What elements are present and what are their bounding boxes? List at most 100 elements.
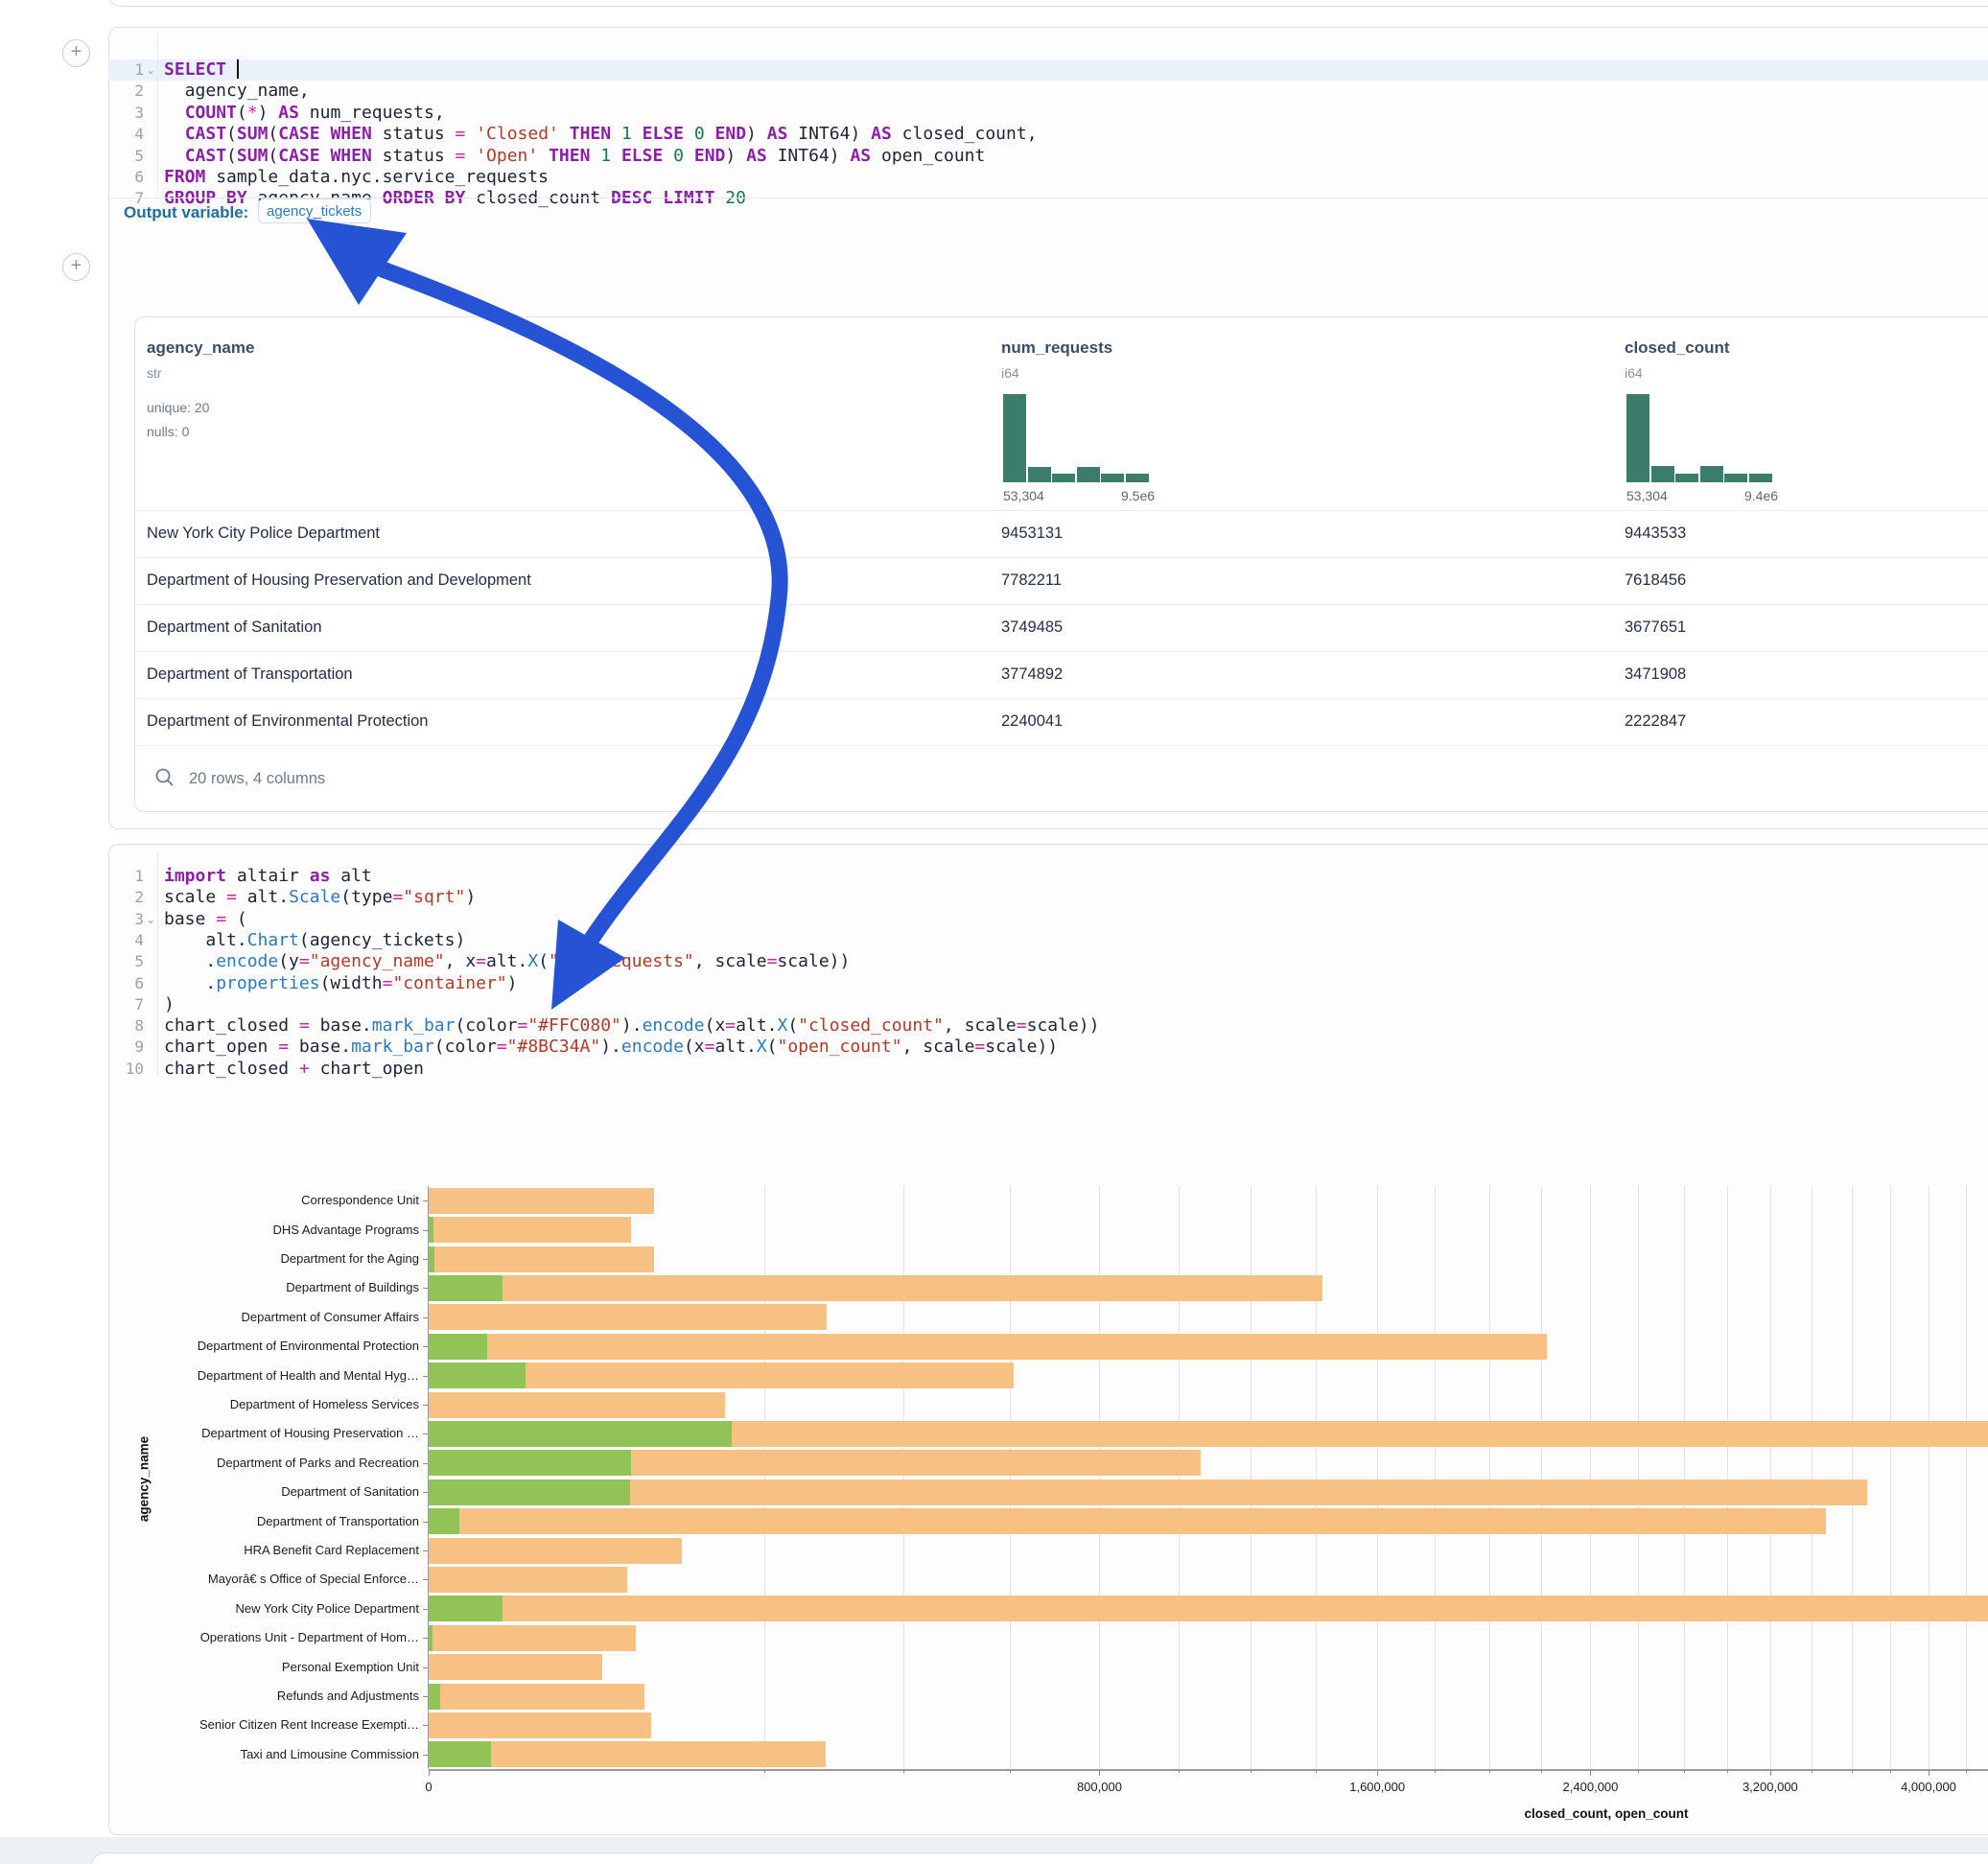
python-code-editor[interactable]: 1import altair as alt2scale = alt.Scale(… <box>109 866 1988 1082</box>
bar-open-count[interactable] <box>429 1684 440 1710</box>
cell-closed-count: 9443533 <box>1625 524 1686 543</box>
code-line[interactable]: 2scale = alt.Scale(type="sqrt") <box>109 887 1988 909</box>
cell-num-requests: 3749485 <box>1001 618 1063 637</box>
sql-code-editor[interactable]: 1⌄SELECT 2 agency_name,3 COUNT(*) AS num… <box>109 59 1988 215</box>
fold-chevron-icon[interactable]: ⌄ <box>146 909 155 930</box>
x-axis-minor-tick <box>1316 1769 1317 1773</box>
bar-closed-count[interactable] <box>429 1275 1322 1301</box>
table-row[interactable]: Department of Transportation377489234719… <box>135 651 1988 699</box>
table-row[interactable]: Department of Sanitation37494853677651 <box>135 604 1988 652</box>
bar-closed-count[interactable] <box>429 1508 1826 1534</box>
code-line[interactable]: 1import altair as alt <box>109 866 1988 888</box>
code-line[interactable]: 7) <box>109 994 1988 1016</box>
row-column-count: 20 rows, 4 columns <box>189 770 325 788</box>
code-line[interactable]: 1⌄SELECT <box>109 59 1988 82</box>
x-axis-tick <box>1099 1769 1100 1776</box>
bar-closed-count[interactable] <box>429 1304 827 1330</box>
histogram-bar <box>1028 467 1051 482</box>
bar-closed-count[interactable] <box>429 1480 1867 1505</box>
gridline <box>1966 1186 1967 1769</box>
bar-closed-count[interactable] <box>429 1247 654 1272</box>
add-cell-button-output[interactable]: + <box>62 253 90 281</box>
column-header-agency-name[interactable]: agency_name <box>147 338 254 358</box>
code-line[interactable]: 4 CAST(SUM(CASE WHEN status = 'Closed' T… <box>109 124 1988 146</box>
histogram-bar <box>1675 474 1698 482</box>
code-line[interactable]: 4 alt.Chart(agency_tickets) <box>109 930 1988 952</box>
code-line[interactable]: 5 CAST(SUM(CASE WHEN status = 'Open' THE… <box>109 146 1988 168</box>
bar-closed-count[interactable] <box>429 1567 627 1593</box>
bar-open-count[interactable] <box>429 1596 503 1621</box>
histogram-bar <box>1003 394 1026 482</box>
code-line[interactable]: 10chart_closed + chart_open <box>109 1059 1988 1081</box>
x-axis-tick-label: 3,200,000 <box>1703 1780 1837 1794</box>
column-header-closed-count[interactable]: closed_count <box>1625 338 1730 358</box>
bar-open-count[interactable] <box>429 1421 732 1447</box>
column-type-num-requests: i64 <box>1001 365 1019 381</box>
code-line[interactable]: 3⌄base = ( <box>109 909 1988 931</box>
code-line[interactable]: 8chart_closed = base.mark_bar(color="#FF… <box>109 1015 1988 1037</box>
bar-closed-count[interactable] <box>429 1596 1988 1621</box>
bar-closed-count[interactable] <box>429 1654 602 1680</box>
code-line[interactable]: 6 .properties(width="container") <box>109 973 1988 995</box>
y-axis-label: Refunds and Adjustments <box>0 1689 419 1704</box>
line-number: 5 <box>109 951 144 972</box>
x-axis-tick-label: 4,000,000 <box>1861 1780 1988 1794</box>
bar-closed-count[interactable] <box>429 1392 725 1418</box>
code-line[interactable]: 7GROUP BY agency_name ORDER BY closed_co… <box>109 188 1988 210</box>
code-line[interactable]: 5 .encode(y="agency_name", x=alt.X("num_… <box>109 951 1988 973</box>
y-axis-label: Taxi and Limousine Commission <box>0 1747 419 1762</box>
x-axis-minor-tick <box>1727 1769 1728 1773</box>
line-number: 4 <box>109 930 144 951</box>
code-line[interactable]: 2 agency_name, <box>109 81 1988 103</box>
table-row[interactable]: New York City Police Department945313194… <box>135 510 1988 558</box>
bar-open-count[interactable] <box>429 1480 630 1505</box>
fold-chevron-icon[interactable]: ⌄ <box>146 59 155 81</box>
line-number: 10 <box>109 1059 144 1080</box>
bar-open-count[interactable] <box>429 1217 433 1243</box>
x-axis-tick-label: 2,400,000 <box>1523 1780 1657 1794</box>
gridline <box>1377 1186 1378 1769</box>
cell-agency-name: Department of Transportation <box>147 665 353 684</box>
cell-closed-count: 3677651 <box>1625 618 1686 637</box>
add-cell-button-top[interactable]: + <box>62 39 90 67</box>
cell-num-requests: 3774892 <box>1001 665 1063 684</box>
x-axis-minor-tick <box>1638 1769 1639 1773</box>
code-line[interactable]: 9chart_open = base.mark_bar(color="#8BC3… <box>109 1037 1988 1059</box>
bar-open-count[interactable] <box>429 1625 433 1651</box>
gridline <box>903 1186 904 1769</box>
gridline <box>1316 1186 1317 1769</box>
x-axis-tick <box>1770 1769 1771 1776</box>
table-row[interactable]: Department of Environmental Protection22… <box>135 698 1988 746</box>
code-line[interactable]: 6FROM sample_data.nyc.service_requests <box>109 167 1988 189</box>
histogram-max-label: 9.4e6 <box>1744 488 1778 503</box>
bar-closed-count[interactable] <box>429 1334 1547 1360</box>
code-line[interactable]: 3 COUNT(*) AS num_requests, <box>109 103 1988 125</box>
column-type-agency-name: str <box>147 365 162 381</box>
x-axis-tick-label: 1,600,000 <box>1310 1780 1444 1794</box>
bar-closed-count[interactable] <box>429 1625 636 1651</box>
bar-open-count[interactable] <box>429 1334 487 1360</box>
bar-open-count[interactable] <box>429 1275 503 1301</box>
x-axis-minor-tick <box>764 1769 765 1773</box>
x-axis-tick <box>1377 1769 1378 1776</box>
bar-closed-count[interactable] <box>429 1684 644 1710</box>
table-row[interactable]: Department of Housing Preservation and D… <box>135 557 1988 605</box>
x-axis-minor-tick <box>903 1769 904 1773</box>
bar-open-count[interactable] <box>429 1363 526 1388</box>
x-axis-minor-tick <box>1684 1769 1685 1773</box>
bar-closed-count[interactable] <box>429 1538 682 1564</box>
bar-open-count[interactable] <box>429 1247 434 1272</box>
output-variable-pill[interactable]: agency_tickets <box>258 198 371 223</box>
bar-open-count[interactable] <box>429 1741 491 1767</box>
histogram-bar <box>1101 474 1124 482</box>
bar-closed-count[interactable] <box>429 1713 651 1738</box>
histogram-max-label: 9.5e6 <box>1121 488 1155 503</box>
search-icon[interactable] <box>154 767 175 788</box>
bar-open-count[interactable] <box>429 1450 631 1476</box>
gridline <box>1489 1186 1490 1769</box>
histogram-bar <box>1700 466 1723 482</box>
bar-closed-count[interactable] <box>429 1217 631 1243</box>
bar-open-count[interactable] <box>429 1508 459 1534</box>
column-header-num-requests[interactable]: num_requests <box>1001 338 1112 358</box>
bar-closed-count[interactable] <box>429 1188 654 1214</box>
